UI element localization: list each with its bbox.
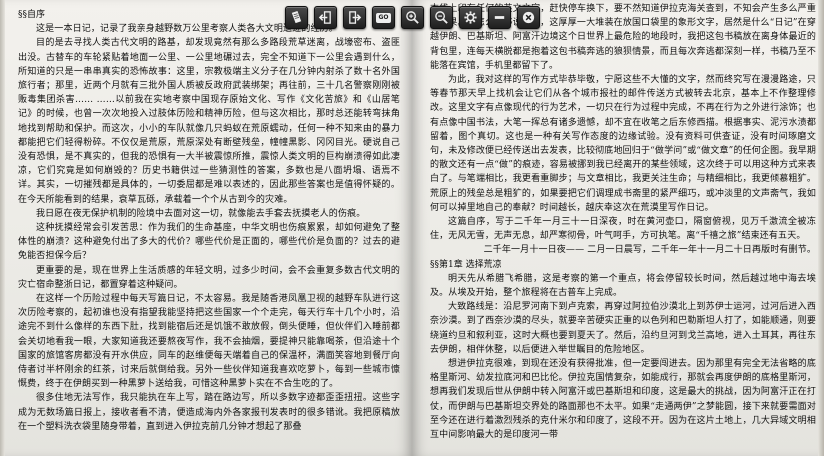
paragraph: 想进伊拉克很难，到现在还没有获得批准，但一定要闯进去。因为那里有完全无法省略的底… xyxy=(430,359,816,441)
zoom-out-button[interactable] xyxy=(430,6,453,29)
exit-left-icon xyxy=(318,11,331,24)
go-to-page-button[interactable]: GO xyxy=(372,6,395,29)
gear-icon xyxy=(464,11,477,24)
minus-icon xyxy=(494,16,505,19)
paragraph: 在这样一个历险过程中每天写篇日记，不太容易。我是随香港凤凰卫视的越野车队进行这次… xyxy=(18,294,400,390)
minimize-button[interactable] xyxy=(488,6,511,29)
paragraph: 我日愿在夜无保护机制的险境中去面对这一切，就像能去手套去抚摸老人的伤痕。 xyxy=(36,208,366,219)
last-page-button[interactable] xyxy=(343,6,366,29)
paragraph: 大致路线是：沿尼罗河南下到卢克索，再穿过阿拉伯沙漠北上到苏伊士运河，过河后进入西… xyxy=(430,302,816,355)
paragraph: 目的是去寻找人类古代文明的路基，却发现竟然有那么多路段荒草迷离，战壕密布、盗匪出… xyxy=(18,38,400,205)
chapter-heading: §§第1章 选择荒凉 xyxy=(430,259,502,270)
left-page: §§自序 这是一本日记，记录了我亲身越野数万公里考察人类各大文明遗迹的经历。 目… xyxy=(0,0,412,456)
page-flip-icon xyxy=(291,10,302,24)
right-page: 衣袋上印有任何的英文文字，赶快停车换下，要不然知道伊拉克海关查到，不知会产生多么… xyxy=(412,0,824,456)
reader-toolbar: GO xyxy=(285,6,540,30)
paragraph: 这种抚摸经常会引发苦思：作为我们的生命基座，中华文明也伤痕累累，却如何避免了整体… xyxy=(18,223,400,262)
paragraph: 明天先从希腊飞希腊，这是考察的第一个重点，将会停留较长时间，然后越过地中海去埃及… xyxy=(430,273,816,299)
date-line: 二千年一月十一日夜—— 二月一日晨写，二千年一年十一月二十日再版时有删节。 xyxy=(483,245,816,256)
book-spread: §§自序 这是一本日记，记录了我亲身越野数万公里考察人类各大文明遗迹的经历。 目… xyxy=(0,0,824,456)
first-page-button[interactable] xyxy=(314,6,337,29)
go-icon: GO xyxy=(376,12,391,23)
zoom-out-icon xyxy=(435,11,448,24)
paragraph: 很多住地无法写作，我只能执在车上写，踏在路边写，所以多数字迹都歪歪扭扭。这些字成… xyxy=(18,393,400,432)
close-button[interactable] xyxy=(517,6,540,29)
paragraph: 这篇自序，写于二千年一月三十一日深夜，时在黄河壶口，隔窗俯视，见万千激流全被冻住… xyxy=(430,217,816,242)
exit-right-icon xyxy=(349,11,362,24)
settings-button[interactable] xyxy=(459,6,482,29)
close-icon xyxy=(522,11,535,24)
paragraph: 为此，我对这样的写作方式毕恭毕敬，宁愿这些不大懂的文字，然而终究写在漫漫路途，只… xyxy=(430,75,816,213)
zoom-in-icon xyxy=(406,11,419,24)
zoom-in-button[interactable] xyxy=(401,6,424,29)
paragraph: 更重要的是，现在世界上生活质感的年轻文明，过多少时间，会不会重复多数古代文明的灾… xyxy=(18,265,400,290)
page-flip-button[interactable] xyxy=(285,6,308,29)
